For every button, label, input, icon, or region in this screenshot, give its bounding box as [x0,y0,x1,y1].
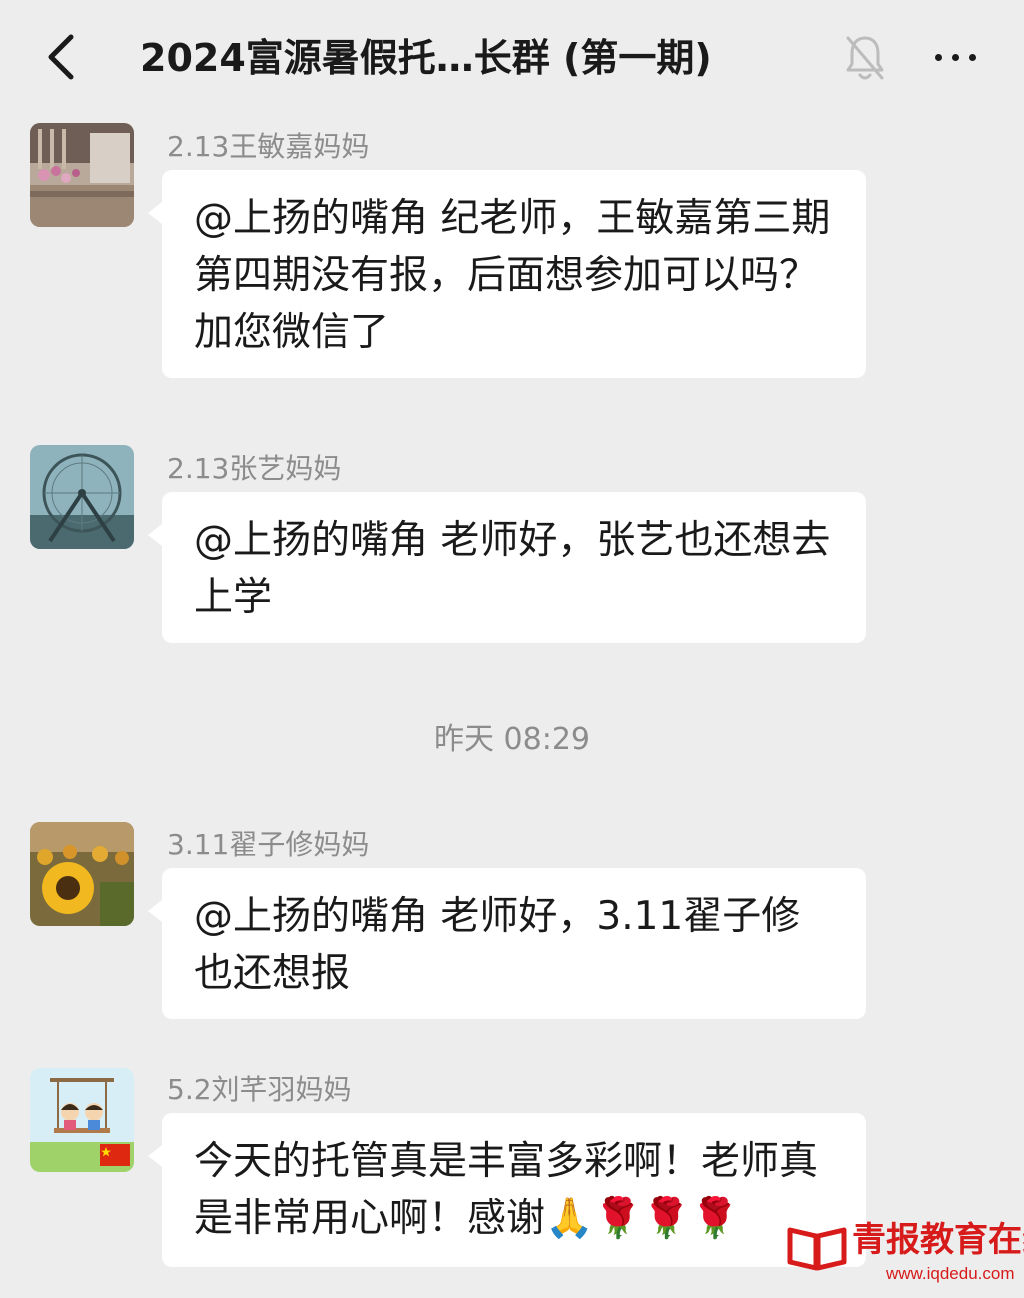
watermark-url: www.iqdedu.com [886,1264,1015,1283]
avatar-sunflower-image [30,822,134,926]
sender-name: 2.13王敏嘉妈妈 [167,130,370,163]
avatar[interactable] [30,1068,134,1172]
more-dot-icon [951,53,959,61]
avatar-window-flowers-image [30,123,134,227]
message-bubble[interactable]: @上扬的嘴角 纪老师，王敏嘉第三期第四期没有报，后面想参加可以吗？加您微信了 [148,170,866,378]
avatar[interactable] [30,445,134,549]
message-bubble[interactable]: @上扬的嘴角 老师好，张艺也还想去上学 [148,492,866,643]
chat-title: 2024富源暑假托…长群 (第一期) [140,36,712,80]
more-dot-icon [934,53,942,61]
watermark-brand: 青报教育在线 [852,1220,1024,1260]
chevron-left-icon [48,34,74,80]
avatar[interactable] [30,123,134,227]
publisher-watermark: 青报教育在线 www.iqdedu.com [786,1214,1024,1296]
china-flag-icon [100,1144,130,1166]
sender-name: 5.2刘芊羽妈妈 [167,1073,352,1106]
message-bubble[interactable]: @上扬的嘴角 老师好，3.11翟子修也还想报 [148,868,866,1019]
sender-name: 3.11翟子修妈妈 [167,828,370,861]
more-options-button[interactable] [920,32,990,82]
avatar[interactable] [30,822,134,926]
more-dot-icon [968,53,976,61]
avatar-ferris-wheel-image [30,445,134,549]
message-bubble[interactable]: 今天的托管真是丰富多彩啊！老师真是非常用心啊！感谢🙏🌹🌹🌹 [148,1113,866,1267]
open-book-logo-icon [787,1227,847,1271]
sender-name: 2.13张艺妈妈 [167,452,342,485]
timestamp-separator: 昨天 08:29 [434,722,590,757]
chat-header: 2024富源暑假托…长群 (第一期) [0,0,1024,118]
mute-bell-icon [846,36,884,80]
back-button[interactable] [30,22,90,92]
